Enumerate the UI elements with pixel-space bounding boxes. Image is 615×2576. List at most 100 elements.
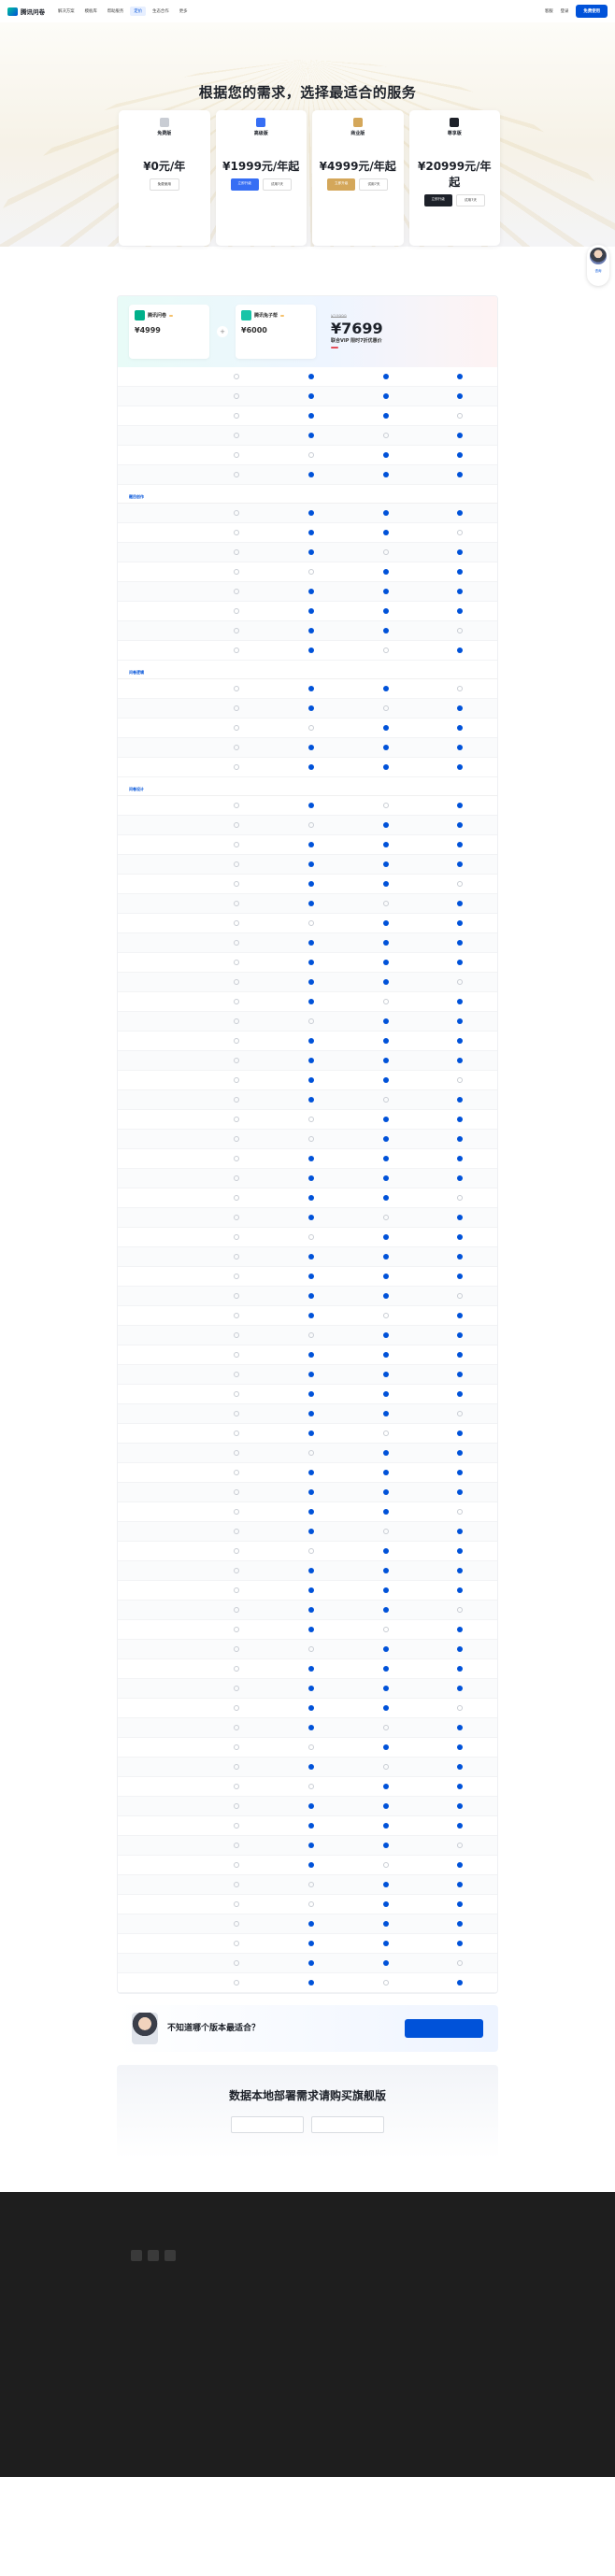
feature-cell [274, 724, 349, 732]
table-row [118, 855, 497, 875]
nav-item-templates[interactable]: 模板库 [85, 8, 97, 14]
check-icon [382, 1469, 389, 1475]
check-icon [382, 1076, 389, 1083]
table-row [118, 1640, 497, 1659]
empty-circle-icon [234, 1449, 240, 1456]
feature-cell [200, 1665, 275, 1672]
feature-cell [349, 1076, 423, 1084]
nav-item-ecosystem[interactable]: 生态合作 [152, 8, 169, 14]
feature-cell [422, 1449, 497, 1457]
product-card-rabbit[interactable]: 腾讯兔子帮 ¥6000 [236, 305, 316, 359]
feature-cell [200, 1057, 275, 1064]
feature-cell [422, 1940, 497, 1947]
feature-cell [422, 509, 497, 517]
table-row [118, 1718, 497, 1738]
feature-cell [422, 1704, 497, 1712]
weibo-icon[interactable] [148, 2250, 159, 2261]
check-icon [382, 1920, 389, 1927]
feature-cell [422, 959, 497, 966]
feature-cell [274, 1547, 349, 1555]
trial-button[interactable]: 试用7天 [455, 194, 485, 206]
table-row [118, 719, 497, 738]
feature-cell [349, 1743, 423, 1751]
feature-cell [349, 1822, 423, 1829]
check-icon [382, 1704, 389, 1711]
check-icon [457, 919, 464, 926]
trial-button[interactable]: 试用7天 [359, 178, 389, 191]
qq-icon[interactable] [164, 2250, 176, 2261]
feature-cell [422, 548, 497, 556]
feature-cell [422, 412, 497, 420]
feature-cell [349, 1037, 423, 1045]
contact-button[interactable] [405, 2019, 483, 2038]
empty-circle-icon [382, 1214, 389, 1220]
table-row [118, 1973, 497, 1993]
check-icon [308, 939, 314, 946]
feature-cell [274, 1959, 349, 1967]
feature-cell [200, 1979, 275, 1986]
check-icon [382, 1292, 389, 1299]
feature-cell [274, 998, 349, 1005]
nav-item-help[interactable]: 帮助服务 [107, 8, 124, 14]
check-icon [308, 432, 314, 438]
nav-item-solutions[interactable]: 解决方案 [58, 8, 75, 14]
feature-cell [200, 1626, 275, 1633]
private-deploy: 数据本地部署需求请购买旗舰版 [117, 2065, 498, 2158]
feature-cell [422, 1390, 497, 1398]
product-card-survey[interactable]: 腾讯问卷 ¥4999 [129, 305, 209, 359]
feature-cell [200, 1155, 275, 1162]
empty-circle-icon [382, 1979, 389, 1985]
nav-item-pricing[interactable]: 定价 [130, 7, 147, 16]
feature-cell [422, 607, 497, 615]
check-icon [457, 607, 464, 614]
feature-cell [274, 978, 349, 986]
nav-item-more[interactable]: 更多 [179, 8, 188, 14]
empty-circle-icon [234, 1704, 240, 1711]
empty-circle-icon [234, 744, 240, 750]
check-icon [382, 1881, 389, 1887]
feature-cell [422, 821, 497, 829]
feature-cell [349, 1685, 423, 1692]
table-row [118, 1738, 497, 1758]
login-link[interactable]: 登录 [561, 8, 569, 14]
check-icon [308, 1704, 314, 1711]
logo[interactable]: 腾讯问卷 [7, 7, 45, 16]
support-link[interactable]: 客服 [545, 8, 553, 14]
upgrade-button[interactable]: 立即升级 [230, 178, 259, 191]
feature-cell [200, 451, 275, 459]
feature-cell [274, 451, 349, 459]
feature-cell [200, 568, 275, 576]
consultant-avatar [132, 2013, 158, 2044]
check-icon [457, 744, 464, 750]
feature-cell [422, 1057, 497, 1064]
wechat-icon[interactable] [131, 2250, 142, 2261]
check-icon [382, 471, 389, 477]
learn-more-button[interactable] [311, 2116, 384, 2133]
bundle-offer: ¥10999 ¥7699 联合VIP 限时7折优惠价 [331, 315, 383, 349]
check-icon [308, 1606, 314, 1613]
logo-icon [7, 7, 18, 16]
empty-circle-icon [234, 900, 240, 906]
empty-circle-icon [382, 432, 389, 438]
check-icon [457, 1351, 464, 1358]
consult-widget[interactable]: 咨询 [587, 245, 609, 286]
check-icon [308, 548, 314, 555]
empty-circle-icon [234, 704, 240, 711]
consult-now-button[interactable] [231, 2116, 304, 2133]
feature-cell [349, 1802, 423, 1810]
free-use-button[interactable]: 免费使用 [576, 5, 608, 18]
upgrade-button[interactable]: 立即升级 [423, 194, 452, 206]
empty-circle-icon [234, 1390, 240, 1397]
check-icon [382, 724, 389, 731]
table-row [118, 1934, 497, 1954]
upgrade-button[interactable]: 免费使用 [149, 178, 179, 191]
check-icon [308, 471, 314, 477]
upgrade-button[interactable]: 立即升级 [327, 178, 356, 191]
feature-cell [349, 1508, 423, 1516]
empty-circle-icon [234, 1135, 240, 1142]
feature-cell [200, 392, 275, 400]
feature-cell [200, 1390, 275, 1398]
trial-button[interactable]: 试用7天 [262, 178, 292, 191]
bundle-tag[interactable] [331, 346, 338, 349]
feature-cell [200, 1645, 275, 1653]
